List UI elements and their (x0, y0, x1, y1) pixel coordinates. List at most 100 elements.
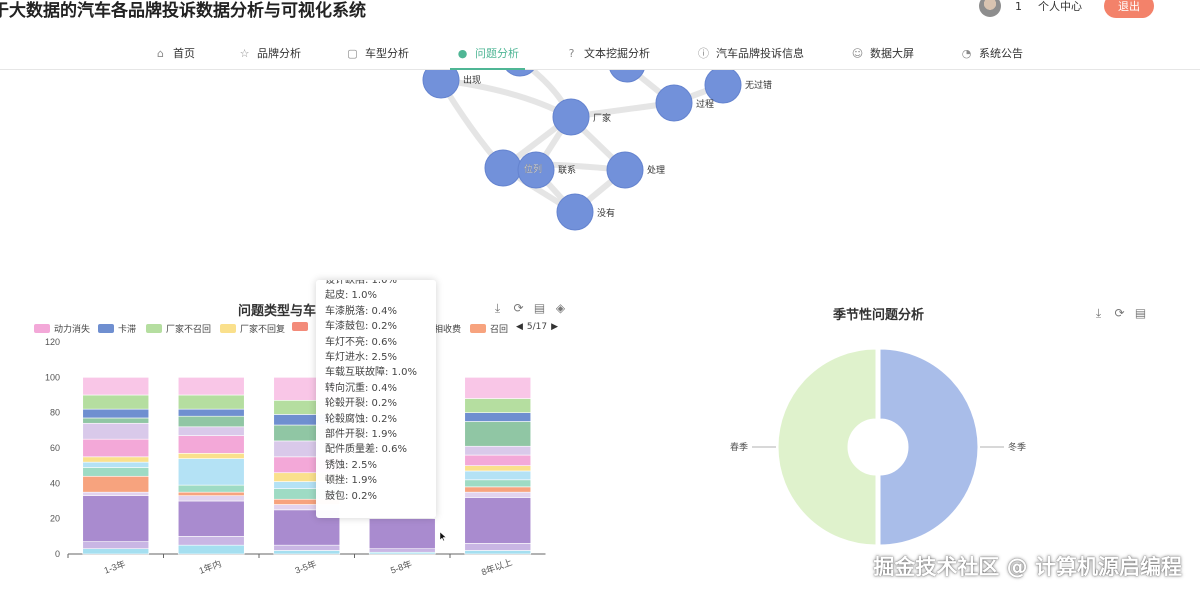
logout-button[interactable]: 退出 (1104, 0, 1154, 18)
nav-item-dashboard[interactable]: ☺ 数据大屏 (851, 36, 914, 70)
bar-segment[interactable] (177, 394, 245, 410)
y-tick-label: 40 (50, 478, 60, 488)
chart-circle-icon: ◔ (961, 46, 972, 60)
nav-item-label: 系统公告 (979, 47, 1023, 60)
bar-segment[interactable] (464, 412, 532, 422)
pie-slice[interactable] (879, 348, 979, 546)
avatar[interactable] (979, 0, 1001, 17)
bar-segment[interactable] (82, 408, 150, 419)
bar-segment[interactable] (82, 394, 150, 410)
bag-icon: ▢ (347, 46, 358, 60)
bar-segment[interactable] (177, 426, 245, 436)
bar-segment[interactable] (82, 491, 150, 497)
bar-segment[interactable] (464, 445, 532, 456)
bar-segment[interactable] (464, 470, 532, 481)
data-view-icon[interactable]: ▤ (1134, 307, 1147, 320)
app-title: 于大数据的汽车各品牌投诉数据分析与可视化系统 (0, 1, 366, 21)
bar-segment[interactable] (464, 497, 532, 544)
bar-segment[interactable] (464, 421, 532, 447)
bar-segment[interactable] (82, 377, 150, 396)
graph-node[interactable]: 没有 (556, 193, 615, 231)
bar-segment[interactable] (177, 495, 245, 502)
pie-chart-title: 季节性问题分析 (833, 308, 925, 323)
graph-node-top-right[interactable] (609, 70, 645, 83)
bar-chart-tooltip: 设计缺陷: 1.0% 起皮: 1.0% 车漆脱落: 0.4% 车漆鼓包: 0.2… (316, 280, 436, 518)
x-tick-label: 8年以上 (480, 556, 514, 577)
bar-segment[interactable] (177, 377, 245, 396)
graph-node[interactable]: 联系 位列 (517, 151, 576, 189)
graph-node[interactable]: 处理 (606, 151, 665, 189)
refresh-icon[interactable]: ⟳ (512, 302, 525, 315)
bar-segment[interactable] (82, 422, 150, 440)
x-tick-label: 1-3年 (102, 558, 126, 576)
graph-node[interactable]: 厂家 (552, 98, 611, 136)
bar-segment[interactable] (464, 550, 532, 555)
bar-segment[interactable] (177, 408, 245, 417)
nav-item-announcements[interactable]: ◔ 系统公告 (960, 36, 1023, 70)
bar-segment[interactable] (82, 438, 150, 458)
pie-slice-label: 冬季 (1008, 441, 1026, 452)
bar-segment[interactable] (464, 543, 532, 551)
info-icon: ● (457, 46, 468, 60)
x-tick-label: 1年内 (197, 558, 222, 576)
bar-segment[interactable] (82, 541, 150, 549)
bar-segment[interactable] (177, 491, 245, 497)
bar-segment[interactable] (82, 467, 150, 477)
data-view-icon[interactable]: ▤ (533, 302, 546, 315)
tooltip-row: 鼓包: 0.2% (325, 490, 377, 502)
bar-segment[interactable] (464, 465, 532, 472)
graph-node-label: 没有 (597, 207, 615, 218)
tooltip-row: 轮毂开裂: 0.2% (325, 398, 397, 410)
tooltip-row: 车灯进水: 2.5% (325, 352, 397, 364)
download-icon[interactable]: ⤓ (491, 302, 504, 315)
bar-segment[interactable] (464, 454, 532, 466)
bar-segment[interactable] (464, 486, 532, 493)
bar-segment[interactable] (177, 484, 245, 493)
bar-segment[interactable] (464, 398, 532, 413)
mouse-cursor-icon (440, 532, 446, 541)
bar-segment[interactable] (368, 548, 436, 553)
stack-icon[interactable]: ◈ (554, 302, 567, 315)
bar-segment[interactable] (464, 377, 532, 399)
y-tick-label: 20 (50, 514, 60, 524)
nav-item-label: 文本挖掘分析 (584, 47, 650, 60)
bar-chart-title: 问题类型与车 (238, 304, 317, 319)
bar-segment[interactable] (177, 500, 245, 537)
bar-segment[interactable] (177, 415, 245, 428)
download-icon[interactable]: ⤓ (1092, 307, 1105, 320)
bar-segment[interactable] (82, 495, 150, 542)
question-icon: ? (568, 46, 575, 60)
bar-segment[interactable] (177, 544, 245, 555)
tooltip-row: 轮毂腐蚀: 0.2% (325, 413, 397, 425)
bar-segment[interactable] (82, 461, 150, 468)
nav-item-complaint-info[interactable]: ⓘ 汽车品牌投诉信息 (697, 36, 804, 70)
refresh-icon[interactable]: ⟳ (1113, 307, 1126, 320)
bar-segment[interactable] (177, 453, 245, 459)
bar-segment[interactable] (464, 491, 532, 498)
pie-slice[interactable] (777, 348, 877, 546)
nav-item-text-mining[interactable]: ? 文本挖掘分析 (565, 36, 650, 70)
bar-segment[interactable] (82, 456, 150, 463)
main-nav: ⌂ 首页 ☆ 品牌分析 ▢ 车型分析 ● 问题分析 ? 文本挖掘分析 ⓘ 汽车品… (0, 36, 1200, 70)
bar-segment[interactable] (177, 435, 245, 454)
nav-item-brand-analysis[interactable]: ☆ 品牌分析 (238, 36, 301, 70)
nav-item-home[interactable]: ⌂ 首页 (154, 36, 195, 70)
bar-segment[interactable] (82, 417, 150, 424)
bar-segment[interactable] (464, 479, 532, 488)
profile-link[interactable]: 个人中心 (1038, 0, 1082, 14)
nav-item-label: 问题分析 (475, 47, 519, 60)
graph-node[interactable]: 无过错 (704, 70, 772, 104)
graph-node[interactable] (484, 149, 522, 187)
bar-segment[interactable] (177, 458, 245, 486)
graph-node-label: 出现 (463, 74, 481, 85)
graph-node[interactable]: 出现 (422, 70, 481, 99)
y-tick-label: 0 (55, 549, 60, 559)
bar-segment[interactable] (273, 550, 341, 555)
bar-segment[interactable] (177, 536, 245, 546)
bar-segment[interactable] (82, 548, 150, 555)
bar-segment[interactable] (273, 544, 341, 551)
nav-item-model-analysis[interactable]: ▢ 车型分析 (346, 36, 409, 70)
nav-item-issue-analysis[interactable]: ● 问题分析 (450, 36, 525, 70)
bar-segment[interactable] (82, 475, 150, 493)
bar-segment[interactable] (368, 518, 436, 550)
